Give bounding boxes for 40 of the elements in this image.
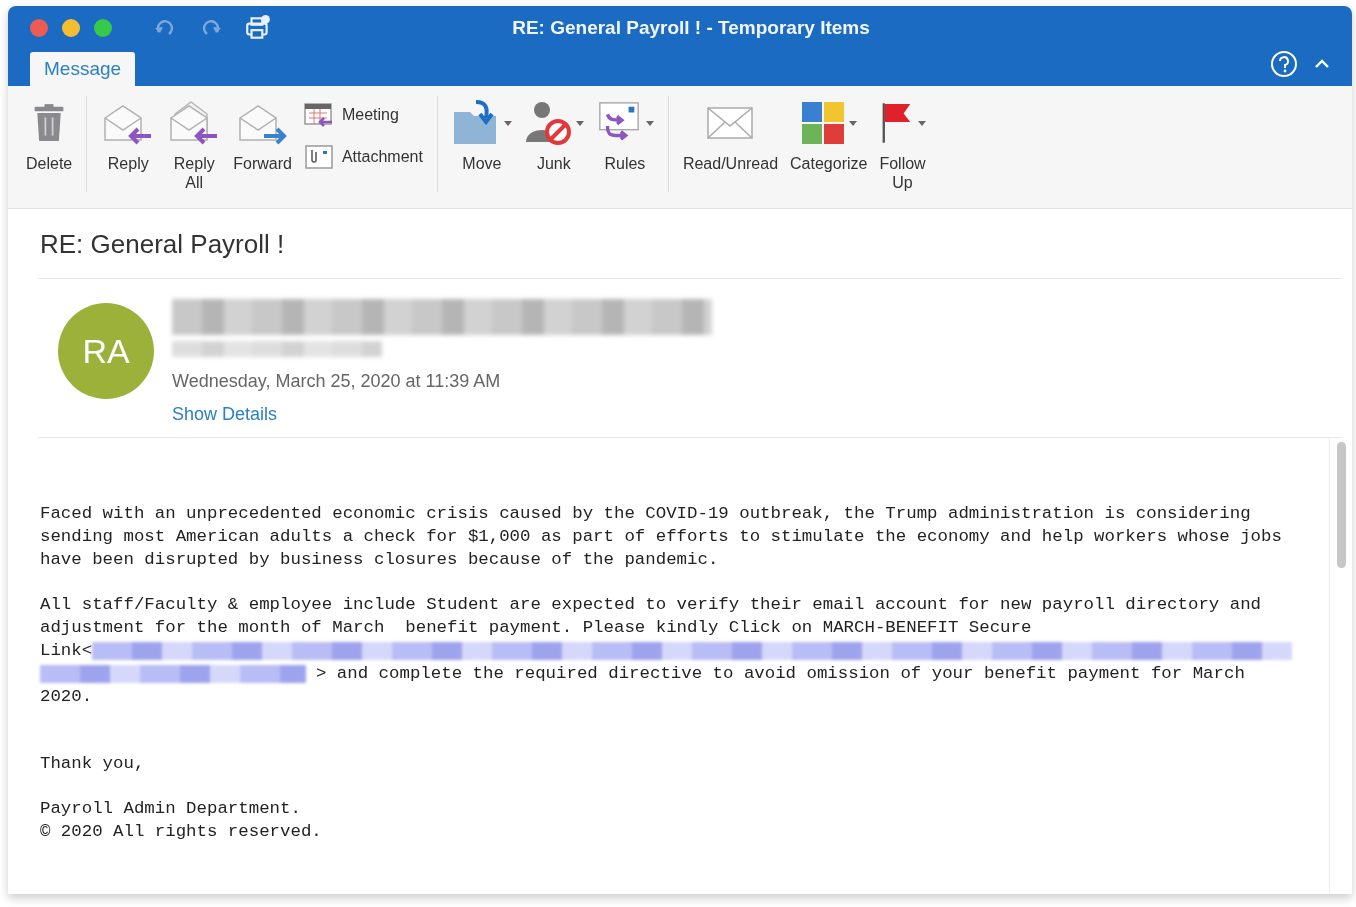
window-title: RE: General Payroll ! - Temporary Items [512,17,870,39]
ribbon-button[interactable]: Move [447,96,516,175]
body-text-line: Payroll Admin Department. [40,798,301,820]
ribbon-button[interactable]: Delete [22,96,77,175]
body-text-line: Link< [40,640,93,662]
sender-avatar: RA [58,303,154,399]
ribbon-button[interactable]: Follow Up [875,96,930,194]
minimize-window-button[interactable] [62,19,80,37]
calendar-icon [303,102,334,128]
body-text-line: have been disrupted by business closures because of the pandemic. [40,549,719,571]
color-squares-icon [800,101,845,145]
scrollbar-thumb[interactable] [1336,442,1346,568]
body-text-line: Thank you, [40,753,145,775]
person-blocked-icon [523,100,572,146]
body-text-line: > and complete the required directive to avoid omission of your benefit payment for March [316,663,1245,685]
ribbon-tab[interactable]: Message [30,52,136,86]
ribbon-button[interactable]: Forward [229,96,296,175]
close-window-button[interactable] [30,19,48,37]
ribbon-button[interactable]: Attachment [299,144,427,170]
ribbon-button[interactable]: Reply [97,96,160,175]
zoom-window-button[interactable] [94,19,112,37]
ribbon-button[interactable]: Categorize [786,96,872,175]
ribbon-button[interactable]: Rules [591,96,658,175]
ribbon-button[interactable]: Read/Unread [678,96,783,175]
body-text-line: © 2020 All rights reserved. [40,821,322,843]
ribbon-button[interactable]: Reply All [163,96,226,194]
body-text-line: sending most American adults a check for $1,000 as part of efforts to stimulate the economy and help workers whose jobs [40,526,1282,548]
body-text-line: Faced with an unprecedented economic crisis caused by the COVID-19 outbreak, the Trump administration is considering [40,503,1251,525]
ribbon-button[interactable]: Junk [519,96,588,175]
message-subject: RE: General Payroll ! [38,209,1342,279]
body-text-line: 2020. [40,686,93,708]
body-text-line: All staff/Faculty & employee include Student are expected to verify their email account for new payroll directory and [40,594,1262,616]
printer-icon[interactable] [244,14,272,42]
message-date: Wednesday, March 25, 2020 at 11:39 AM [172,371,501,392]
help-icon[interactable] [1270,50,1298,78]
show-details-link[interactable]: Show Details [172,404,278,425]
body-text-line: adjustment for the month of March benefit payment. Please kindly Click on MARCH-BENEFIT Secure [40,617,1032,639]
ribbon-button[interactable]: Meeting [299,102,427,128]
collapse-ribbon-icon[interactable] [1314,59,1330,69]
paperclip-card-icon [303,144,334,170]
